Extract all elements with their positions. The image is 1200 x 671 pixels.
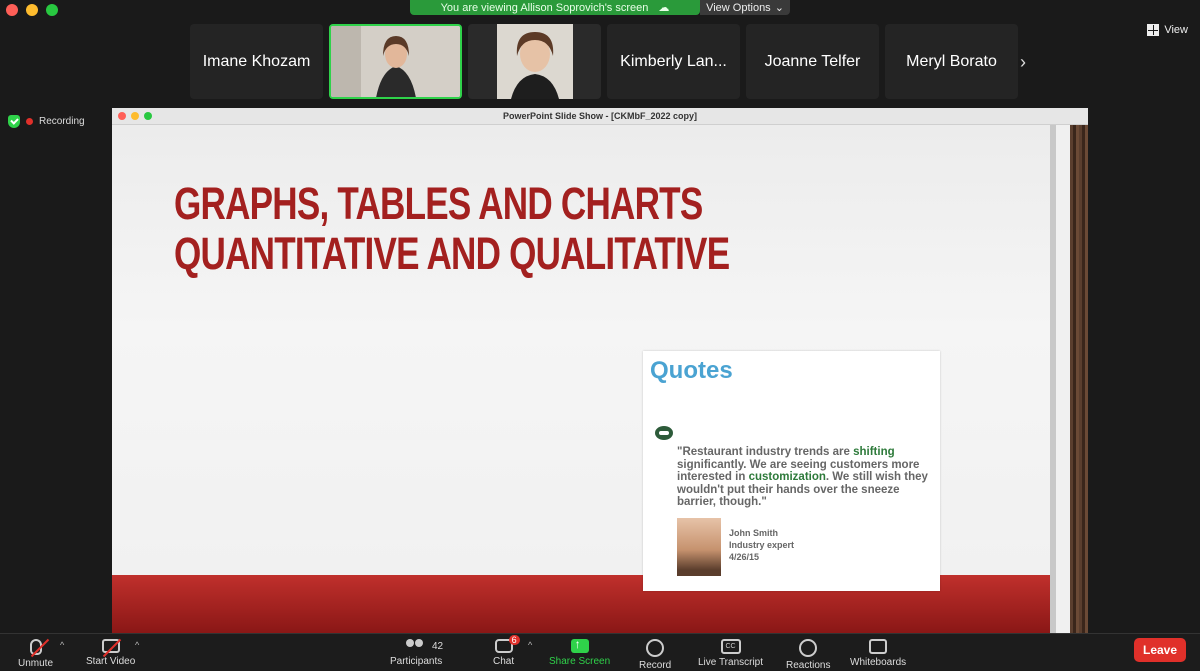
background-wood-texture bbox=[1070, 125, 1088, 633]
video-off-icon bbox=[101, 639, 120, 653]
unmute-label: Unmute bbox=[18, 658, 54, 669]
participant-tile[interactable]: Imane Khozam bbox=[190, 24, 323, 99]
slide-edge bbox=[1050, 125, 1056, 633]
closed-caption-icon: CC bbox=[720, 639, 741, 654]
record-icon bbox=[646, 639, 665, 657]
record-button[interactable]: Record bbox=[639, 639, 671, 671]
share-screen-label: Share Screen bbox=[549, 656, 611, 667]
participants-label: Participants bbox=[390, 656, 443, 667]
viewing-text: You are viewing Allison Soprovich's scre… bbox=[440, 1, 649, 14]
share-screen-icon bbox=[570, 637, 589, 653]
reactions-button[interactable]: Reactions bbox=[786, 639, 830, 671]
whiteboards-button[interactable]: Whiteboards bbox=[850, 639, 906, 668]
participant-video bbox=[331, 26, 460, 97]
ppt-window-title: PowerPoint Slide Show - [CKMbF_2022 copy… bbox=[502, 111, 698, 121]
microphone-muted-icon bbox=[29, 639, 42, 655]
view-options-button[interactable]: View Options ⌄ bbox=[700, 0, 790, 15]
participants-button[interactable]: 42 Participants bbox=[390, 639, 444, 667]
start-video-label: Start Video bbox=[86, 656, 136, 667]
close-window-button[interactable] bbox=[6, 4, 18, 16]
record-label: Record bbox=[639, 660, 672, 671]
audio-options-chevron-icon[interactable]: ^ bbox=[60, 640, 64, 650]
recording-label: Recording bbox=[39, 116, 85, 127]
security-shield-icon[interactable] bbox=[8, 115, 20, 128]
ppt-maximize-button[interactable] bbox=[144, 112, 152, 120]
ppt-titlebar: PowerPoint Slide Show - [CKMbF_2022 copy… bbox=[112, 108, 1088, 125]
view-options-label: View Options bbox=[706, 1, 771, 14]
speech-bubble-icon bbox=[655, 426, 673, 440]
quote-author: John Smith Industry expert 4/26/15 bbox=[729, 527, 794, 563]
participants-count: 42 bbox=[432, 641, 444, 652]
shared-powerpoint-window: PowerPoint Slide Show - [CKMbF_2022 copy… bbox=[112, 108, 1088, 633]
quote-highlight: customization bbox=[748, 471, 826, 483]
quote-card: Quotes "Restaurant industry trends are s… bbox=[643, 351, 940, 591]
recording-indicator: Recording bbox=[8, 115, 85, 128]
screen-share-banner: You are viewing Allison Soprovich's scre… bbox=[410, 0, 700, 15]
live-transcript-button[interactable]: CC Live Transcript bbox=[698, 639, 763, 668]
participant-tile[interactable]: Kimberly Lan... bbox=[607, 24, 740, 99]
slide-title-line: QUANTITATIVE AND QUALITATIVE bbox=[174, 228, 730, 279]
recording-dot-icon bbox=[26, 118, 33, 125]
video-options-chevron-icon[interactable]: ^ bbox=[135, 640, 139, 650]
whiteboards-label: Whiteboards bbox=[850, 657, 907, 668]
participant-tile-active-speaker[interactable] bbox=[329, 24, 462, 99]
chat-button[interactable]: 6 Chat bbox=[493, 635, 520, 667]
participant-video bbox=[496, 24, 573, 99]
window-controls bbox=[6, 4, 58, 16]
unmute-button[interactable]: Unmute bbox=[18, 639, 53, 669]
smiley-plus-icon bbox=[799, 639, 818, 657]
ppt-minimize-button[interactable] bbox=[131, 112, 139, 120]
chat-icon: 6 bbox=[494, 635, 520, 653]
author-date: 4/26/15 bbox=[729, 552, 760, 562]
chat-unread-badge: 6 bbox=[508, 635, 520, 645]
participant-name: Meryl Borato bbox=[906, 52, 997, 70]
live-transcript-label: Live Transcript bbox=[698, 657, 764, 668]
chevron-down-icon: ⌄ bbox=[774, 2, 784, 14]
ppt-close-button[interactable] bbox=[118, 112, 126, 120]
quote-text: "Restaurant industry trends are shifting… bbox=[677, 446, 932, 509]
author-name: John Smith bbox=[729, 528, 778, 538]
author-role: Industry expert bbox=[729, 540, 795, 550]
reactions-label: Reactions bbox=[786, 660, 831, 671]
participant-tile[interactable] bbox=[468, 24, 601, 99]
view-label: View bbox=[1164, 24, 1188, 36]
start-video-button[interactable]: Start Video bbox=[86, 639, 135, 667]
participant-name: Joanne Telfer bbox=[764, 52, 861, 70]
slide-title: GRAPHS, TABLES AND CHARTS QUANTITATIVE A… bbox=[174, 179, 798, 279]
grid-icon bbox=[1147, 24, 1160, 36]
view-button[interactable]: View bbox=[1147, 24, 1188, 36]
slide-title-line: GRAPHS, TABLES AND CHARTS bbox=[174, 178, 703, 229]
participant-name: Imane Khozam bbox=[202, 52, 311, 70]
participant-strip: Imane Khozam Kimberly Lan... Joanne Telf… bbox=[190, 24, 1018, 99]
quote-highlight: shifting bbox=[853, 446, 895, 458]
maximize-window-button[interactable] bbox=[46, 4, 58, 16]
author-photo bbox=[677, 518, 721, 576]
chat-options-chevron-icon[interactable]: ^ bbox=[528, 640, 532, 650]
share-screen-button[interactable]: Share Screen bbox=[549, 637, 611, 667]
quote-part: "Restaurant industry trends are bbox=[677, 446, 854, 458]
participant-tile[interactable]: Meryl Borato bbox=[885, 24, 1018, 99]
participants-icon bbox=[406, 639, 426, 653]
next-page-chevron-icon[interactable]: › bbox=[1020, 52, 1026, 73]
minimize-window-button[interactable] bbox=[26, 4, 38, 16]
cloud-icon: ☁ bbox=[658, 2, 670, 14]
meeting-toolbar: Unmute ^ Start Video ^ 42 Participants 6… bbox=[0, 633, 1200, 671]
chat-label: Chat bbox=[493, 656, 515, 667]
participant-name: Kimberly Lan... bbox=[620, 52, 727, 70]
quote-heading: Quotes bbox=[650, 357, 733, 384]
ppt-window-controls bbox=[118, 112, 152, 120]
whiteboard-icon bbox=[869, 639, 888, 654]
leave-button[interactable]: Leave bbox=[1134, 638, 1186, 662]
participant-tile[interactable]: Joanne Telfer bbox=[746, 24, 879, 99]
